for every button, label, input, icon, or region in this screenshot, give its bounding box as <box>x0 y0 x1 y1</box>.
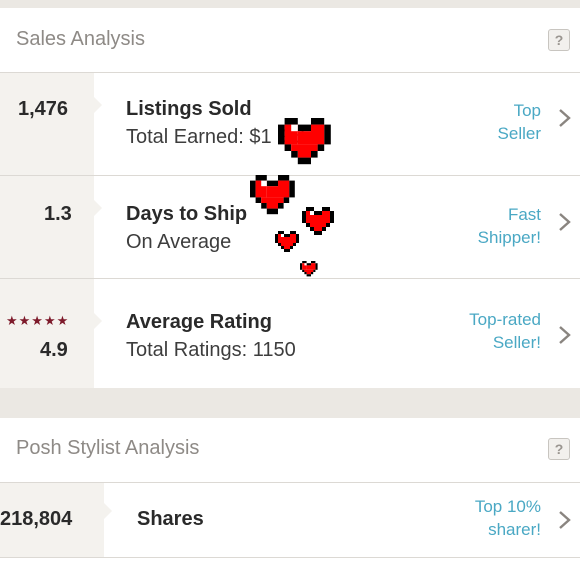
chevron-right-icon[interactable] <box>554 325 574 345</box>
badge-line: Top 10% <box>474 497 541 516</box>
top-rated-seller-badge[interactable]: Top-rated Seller! <box>469 308 541 354</box>
chevron-right-icon[interactable] <box>554 108 574 128</box>
sales-analysis-section: Sales Analysis ? 1,476 Listings Sold Tot… <box>0 8 580 388</box>
badge-line: Seller! <box>492 333 541 352</box>
help-icon[interactable]: ? <box>548 29 570 51</box>
shares-label: Shares <box>137 508 204 530</box>
days-to-ship-row[interactable]: 1.3 Days to Ship On Average Fast Shipper… <box>0 176 580 279</box>
listings-sold-label: Listings Sold <box>126 98 252 120</box>
average-rating-row[interactable]: ★★★★★ 4.9 Average Rating Total Ratings: … <box>0 279 580 388</box>
number-column <box>0 176 102 278</box>
days-to-ship-value: 1.3 <box>44 203 72 225</box>
rating-stars: ★★★★★ <box>6 313 70 328</box>
top-seller-badge[interactable]: Top Seller <box>498 99 541 145</box>
sales-analysis-header: Sales Analysis ? <box>0 8 580 73</box>
help-icon[interactable]: ? <box>548 438 570 460</box>
top-sharer-badge[interactable]: Top 10% sharer! <box>475 495 541 541</box>
badge-line: Top <box>513 101 541 120</box>
badge-line: Seller <box>497 124 541 143</box>
badge-line: sharer! <box>488 520 541 539</box>
chevron-right-icon[interactable] <box>554 212 574 232</box>
days-to-ship-label: Days to Ship <box>126 203 248 225</box>
section-title: Posh Stylist Analysis <box>16 437 200 459</box>
fast-shipper-badge[interactable]: Fast Shipper! <box>478 203 541 249</box>
number-column <box>0 73 102 175</box>
shares-count: 218,804 <box>0 508 73 530</box>
badge-line: Shipper! <box>477 228 541 247</box>
on-average-label: On Average <box>126 231 232 253</box>
badge-line: Fast <box>507 205 541 224</box>
badge-line: Top-rated <box>469 310 541 329</box>
average-rating-value: 4.9 <box>40 339 68 361</box>
section-title: Sales Analysis <box>16 28 145 50</box>
chevron-right-icon[interactable] <box>554 510 574 530</box>
posh-stylist-analysis-section: Posh Stylist Analysis ? 218,804 Shares T… <box>0 418 580 578</box>
shares-row[interactable]: 218,804 Shares Top 10% sharer! <box>0 483 580 558</box>
listings-sold-row[interactable]: 1,476 Listings Sold Total Earned: $1 9.6… <box>0 73 580 176</box>
listings-sold-count: 1,476 <box>18 98 69 120</box>
posh-stylist-header: Posh Stylist Analysis ? <box>0 418 580 483</box>
average-rating-label: Average Rating <box>126 311 272 333</box>
total-ratings-label: Total Ratings: 1150 <box>126 339 296 361</box>
number-column <box>0 279 102 388</box>
total-earned-label: Total Earned: $1 9.67 <box>126 126 317 148</box>
